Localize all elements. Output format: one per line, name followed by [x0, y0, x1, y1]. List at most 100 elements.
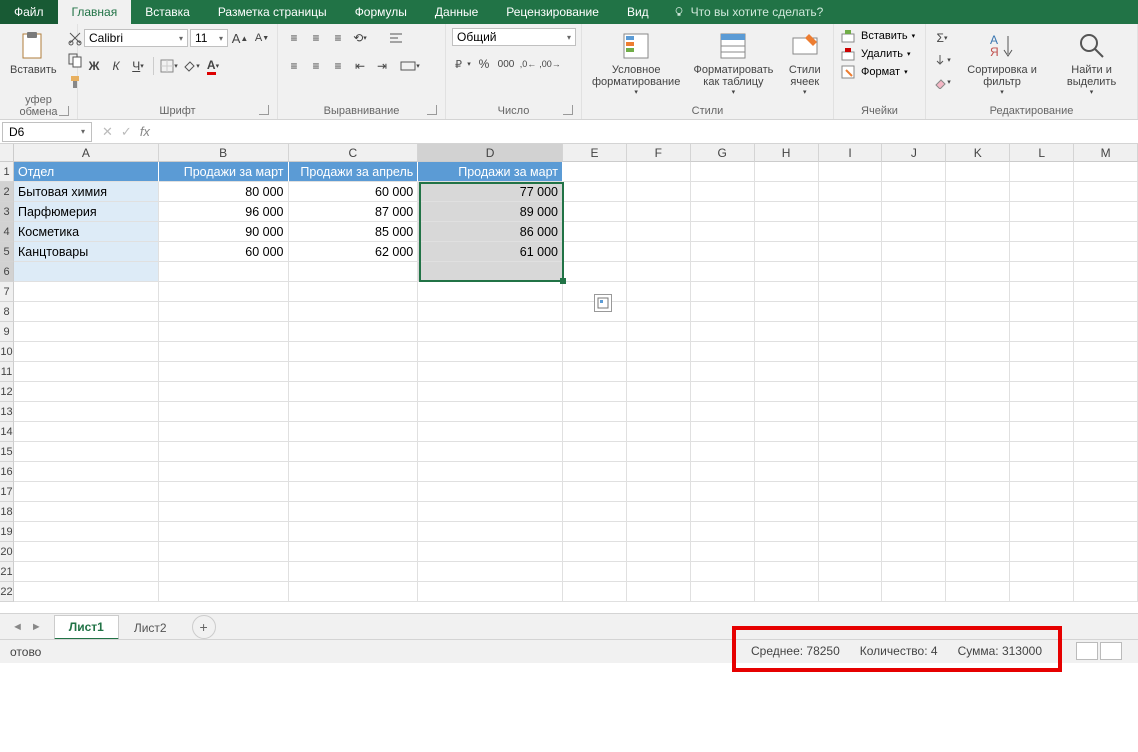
row-header-8[interactable]: 8	[0, 302, 14, 322]
cell-L10[interactable]	[1010, 342, 1074, 362]
cell-B11[interactable]	[159, 362, 289, 382]
cell-E4[interactable]	[563, 222, 627, 242]
cell-B18[interactable]	[159, 502, 289, 522]
cancel-formula-icon[interactable]: ✕	[102, 124, 113, 140]
align-middle-button[interactable]: ≡	[306, 28, 326, 48]
cell-G21[interactable]	[691, 562, 755, 582]
cell-I20[interactable]	[819, 542, 883, 562]
cell-G7[interactable]	[691, 282, 755, 302]
cell-J10[interactable]	[882, 342, 946, 362]
cell-C14[interactable]	[289, 422, 419, 442]
cell-M19[interactable]	[1074, 522, 1138, 542]
normal-view-button[interactable]	[1076, 642, 1098, 660]
name-box[interactable]: D6▾	[2, 122, 92, 142]
fill-button[interactable]: ▾	[932, 50, 952, 70]
cell-C15[interactable]	[289, 442, 419, 462]
cell-F17[interactable]	[627, 482, 691, 502]
cell-H11[interactable]	[755, 362, 819, 382]
cell-H18[interactable]	[755, 502, 819, 522]
cell-L1[interactable]	[1010, 162, 1074, 182]
font-name-dropdown[interactable]: Calibri▾	[84, 29, 188, 47]
cell-C2[interactable]: 60 000	[289, 182, 419, 202]
cell-D13[interactable]	[418, 402, 563, 422]
align-center-button[interactable]: ≡	[306, 56, 326, 76]
alignment-launcher[interactable]	[427, 105, 437, 115]
cell-F3[interactable]	[627, 202, 691, 222]
cell-G14[interactable]	[691, 422, 755, 442]
fx-icon[interactable]: fx	[140, 124, 150, 140]
increase-indent-button[interactable]: ⇥	[372, 56, 392, 76]
cell-F11[interactable]	[627, 362, 691, 382]
cell-G6[interactable]	[691, 262, 755, 282]
cell-H12[interactable]	[755, 382, 819, 402]
row-header-22[interactable]: 22	[0, 582, 14, 602]
fill-color-button[interactable]: ▾	[181, 56, 201, 76]
cell-B22[interactable]	[159, 582, 289, 602]
cell-M6[interactable]	[1074, 262, 1138, 282]
cell-J4[interactable]	[882, 222, 946, 242]
cell-F22[interactable]	[627, 582, 691, 602]
cell-B3[interactable]: 96 000	[159, 202, 289, 222]
decrease-indent-button[interactable]: ⇤	[350, 56, 370, 76]
cell-K9[interactable]	[946, 322, 1010, 342]
cell-A20[interactable]	[14, 542, 159, 562]
cell-C17[interactable]	[289, 482, 419, 502]
cell-K22[interactable]	[946, 582, 1010, 602]
currency-button[interactable]: ₽▾	[452, 54, 472, 74]
cell-I15[interactable]	[819, 442, 883, 462]
horizontal-scrollbar[interactable]	[224, 620, 1130, 634]
cell-M12[interactable]	[1074, 382, 1138, 402]
cell-B7[interactable]	[159, 282, 289, 302]
cell-G9[interactable]	[691, 322, 755, 342]
sheet-nav-prev[interactable]: ◄	[12, 621, 23, 633]
cell-M3[interactable]	[1074, 202, 1138, 222]
cell-L13[interactable]	[1010, 402, 1074, 422]
cell-C9[interactable]	[289, 322, 419, 342]
fill-handle[interactable]	[560, 278, 566, 284]
cell-E17[interactable]	[563, 482, 627, 502]
cell-K16[interactable]	[946, 462, 1010, 482]
cell-L8[interactable]	[1010, 302, 1074, 322]
cell-K6[interactable]	[946, 262, 1010, 282]
cell-I8[interactable]	[819, 302, 883, 322]
cell-D15[interactable]	[418, 442, 563, 462]
cell-G20[interactable]	[691, 542, 755, 562]
row-header-11[interactable]: 11	[0, 362, 14, 382]
col-header-I[interactable]: I	[819, 144, 883, 162]
col-header-G[interactable]: G	[691, 144, 755, 162]
font-size-dropdown[interactable]: 11▾	[190, 29, 228, 47]
cell-K17[interactable]	[946, 482, 1010, 502]
cell-J2[interactable]	[882, 182, 946, 202]
cell-D4[interactable]: 86 000	[418, 222, 563, 242]
cell-L22[interactable]	[1010, 582, 1074, 602]
cell-C7[interactable]	[289, 282, 419, 302]
cell-C18[interactable]	[289, 502, 419, 522]
row-header-9[interactable]: 9	[0, 322, 14, 342]
cell-D5[interactable]: 61 000	[418, 242, 563, 262]
spreadsheet-grid[interactable]: A B C D E F G H I J K L M 12345678910111…	[0, 144, 1138, 613]
cell-E11[interactable]	[563, 362, 627, 382]
cell-M18[interactable]	[1074, 502, 1138, 522]
cell-F15[interactable]	[627, 442, 691, 462]
tab-formulas[interactable]: Формулы	[341, 0, 421, 24]
cell-H3[interactable]	[755, 202, 819, 222]
row-header-5[interactable]: 5	[0, 242, 14, 262]
cell-C6[interactable]	[289, 262, 419, 282]
cell-C10[interactable]	[289, 342, 419, 362]
increase-font-button[interactable]: A▲	[230, 28, 250, 48]
cell-C22[interactable]	[289, 582, 419, 602]
cell-F20[interactable]	[627, 542, 691, 562]
cell-L3[interactable]	[1010, 202, 1074, 222]
cell-E6[interactable]	[563, 262, 627, 282]
cell-E18[interactable]	[563, 502, 627, 522]
cell-A9[interactable]	[14, 322, 159, 342]
row-header-7[interactable]: 7	[0, 282, 14, 302]
cell-L16[interactable]	[1010, 462, 1074, 482]
cell-I10[interactable]	[819, 342, 883, 362]
cell-D7[interactable]	[418, 282, 563, 302]
cell-H21[interactable]	[755, 562, 819, 582]
cell-F12[interactable]	[627, 382, 691, 402]
cell-G15[interactable]	[691, 442, 755, 462]
cell-J9[interactable]	[882, 322, 946, 342]
cell-E13[interactable]	[563, 402, 627, 422]
